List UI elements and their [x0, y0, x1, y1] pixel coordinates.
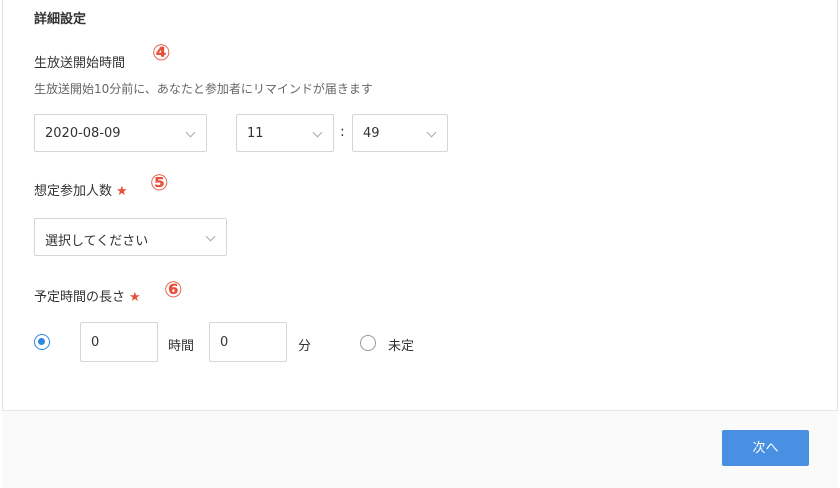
hour-value: 11 — [247, 126, 264, 141]
participants-label-text: 想定参加人数 — [34, 184, 113, 199]
chevron-down-icon — [205, 231, 216, 242]
duration-label-text: 予定時間の長さ — [34, 290, 126, 305]
duration-undecided-radio[interactable] — [360, 335, 376, 351]
chevron-down-icon — [312, 127, 323, 138]
hours-input[interactable]: 0 — [80, 322, 158, 362]
hour-select[interactable]: 11 — [236, 114, 334, 152]
section-title: 詳細設定 — [34, 12, 87, 27]
minutes-input[interactable]: 0 — [209, 322, 287, 362]
marker-5: ⑤ — [150, 171, 169, 196]
duration-label: 予定時間の長さ ★ — [34, 286, 141, 305]
footer-bar — [2, 411, 838, 488]
date-select[interactable]: 2020-08-09 — [34, 114, 207, 152]
undecided-label: 未定 — [388, 339, 415, 354]
footer-divider — [2, 410, 838, 411]
participants-label: 想定参加人数 ★ — [34, 180, 128, 199]
minutes-unit: 分 — [298, 339, 312, 354]
hours-unit: 時間 — [168, 339, 195, 354]
next-button[interactable]: 次へ — [722, 430, 809, 466]
start-time-hint: 生放送開始10分前に、あなたと参加者にリマインドが届きます — [34, 82, 373, 96]
participants-select[interactable]: 選択してください — [34, 218, 227, 256]
required-mark: ★ — [129, 290, 141, 305]
marker-6: ⑥ — [164, 278, 183, 303]
participants-value: 選択してください — [45, 234, 149, 249]
duration-timed-radio[interactable] — [34, 334, 50, 350]
hours-value: 0 — [91, 335, 100, 350]
start-time-label: 生放送開始時間 — [34, 56, 126, 71]
required-mark: ★ — [116, 184, 128, 199]
minute-select[interactable]: 49 — [352, 114, 448, 152]
marker-4: ④ — [152, 41, 171, 66]
chevron-down-icon — [185, 127, 196, 138]
time-separator: : — [340, 124, 345, 140]
chevron-down-icon — [426, 127, 437, 138]
minutes-value: 0 — [220, 335, 229, 350]
minute-value: 49 — [363, 126, 380, 141]
date-value: 2020-08-09 — [45, 126, 121, 141]
